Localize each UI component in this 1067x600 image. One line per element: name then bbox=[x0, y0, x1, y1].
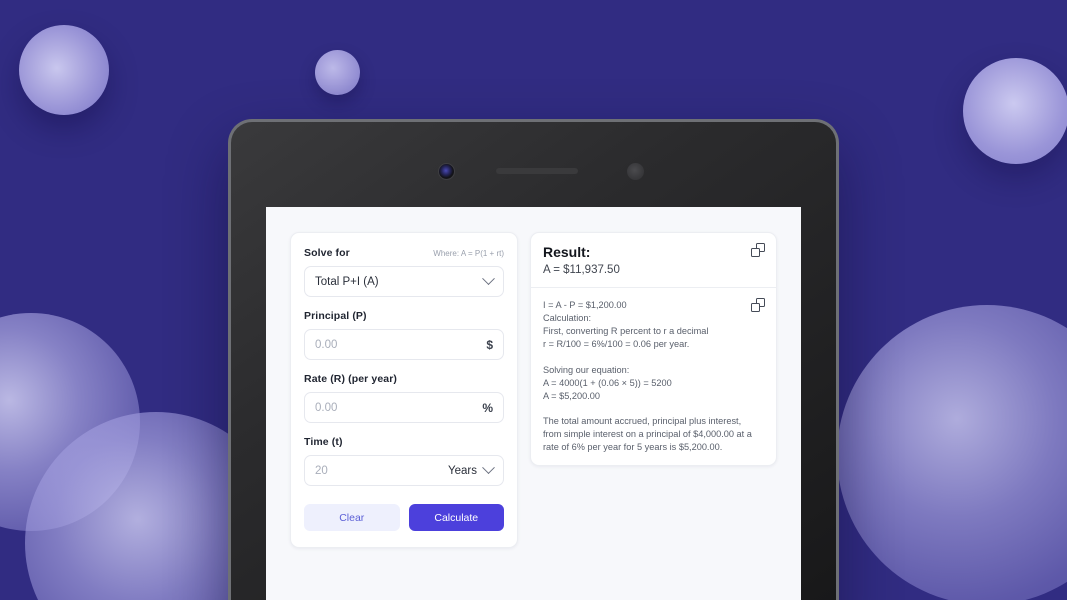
principal-input[interactable]: 0.00 $ bbox=[304, 329, 504, 360]
principal-label: Principal (P) bbox=[304, 310, 367, 322]
result-title: Result: bbox=[543, 244, 591, 260]
time-unit-value: Years bbox=[448, 464, 477, 477]
rate-label: Rate (R) (per year) bbox=[304, 373, 398, 385]
time-label: Time (t) bbox=[304, 436, 343, 448]
result-detail-section: I = A - P = $1,200.00 Calculation: First… bbox=[531, 287, 776, 465]
time-field-group: Time (t) 20 Years bbox=[304, 436, 504, 486]
dollar-sign-icon: $ bbox=[486, 337, 493, 352]
tablet-bezel: Solve for Where: A = P(1 + rt) Total P+I… bbox=[231, 122, 836, 600]
principal-field-group: Principal (P) 0.00 $ bbox=[304, 310, 504, 360]
solve-for-label: Solve for bbox=[304, 247, 350, 259]
clear-button[interactable]: Clear bbox=[304, 504, 400, 531]
decorative-sphere bbox=[19, 25, 109, 115]
tablet-device-frame: Solve for Where: A = P(1 + rt) Total P+I… bbox=[228, 119, 839, 600]
decorative-sphere bbox=[837, 305, 1067, 600]
form-actions: Clear Calculate bbox=[304, 504, 504, 531]
rate-input[interactable]: 0.00 % bbox=[304, 392, 504, 423]
result-card: Result: A = $11,937.50 I = A - P = $1,20… bbox=[530, 232, 777, 466]
solve-for-select[interactable]: Total P+I (A) bbox=[304, 266, 504, 297]
chevron-down-icon bbox=[482, 272, 495, 286]
input-form-card: Solve for Where: A = P(1 + rt) Total P+I… bbox=[290, 232, 518, 548]
rate-field-group: Rate (R) (per year) 0.00 % bbox=[304, 373, 504, 423]
camera-lens-icon bbox=[438, 163, 455, 180]
rate-placeholder: 0.00 bbox=[315, 401, 338, 414]
chevron-down-icon bbox=[482, 461, 495, 475]
calculation-steps: Calculation: First, converting R percent… bbox=[543, 313, 709, 402]
result-value: A = $11,937.50 bbox=[543, 264, 620, 276]
copy-icon[interactable] bbox=[751, 243, 765, 257]
copy-icon[interactable] bbox=[751, 298, 765, 312]
result-summary-section: Result: A = $11,937.50 bbox=[531, 233, 776, 287]
copy-icon-front-square bbox=[751, 248, 760, 257]
solve-for-value: Total P+I (A) bbox=[315, 275, 379, 288]
principal-placeholder: 0.00 bbox=[315, 338, 338, 351]
time-input[interactable]: 20 Years bbox=[304, 455, 504, 486]
percent-sign-icon: % bbox=[482, 400, 493, 415]
calculator-app: Solve for Where: A = P(1 + rt) Total P+I… bbox=[266, 207, 801, 548]
formula-note: Where: A = P(1 + rt) bbox=[433, 249, 504, 258]
interest-line: I = A - P = $1,200.00 bbox=[543, 300, 627, 310]
tablet-screen: Solve for Where: A = P(1 + rt) Total P+I… bbox=[266, 207, 801, 600]
decorative-sphere bbox=[315, 50, 360, 95]
result-summary-text: The total amount accrued, principal plus… bbox=[543, 415, 755, 452]
calculate-button[interactable]: Calculate bbox=[408, 504, 504, 531]
speaker-grille-icon bbox=[496, 168, 578, 174]
proximity-sensor-icon bbox=[627, 163, 644, 180]
decorative-sphere bbox=[963, 58, 1067, 164]
solve-for-header: Solve for Where: A = P(1 + rt) bbox=[304, 247, 504, 259]
copy-icon-front-square bbox=[751, 303, 760, 312]
time-value: 20 bbox=[315, 464, 328, 477]
